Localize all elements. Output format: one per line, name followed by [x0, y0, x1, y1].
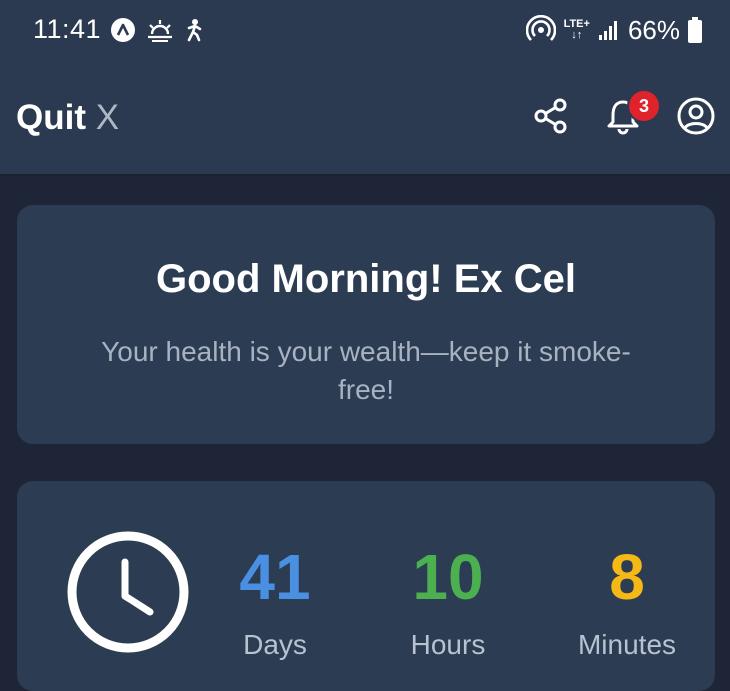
battery-icon — [688, 17, 702, 43]
greeting-subtitle: Your health is your wealth—keep it smoke… — [101, 336, 631, 405]
network-type: LTE+ ↓↑ — [564, 19, 590, 41]
status-bar: 11:41 LTE+ ↓↑ 66% — [0, 0, 730, 62]
share-icon[interactable] — [531, 96, 571, 136]
hours-stat: 10 Hours — [378, 539, 518, 661]
hotspot-icon — [525, 15, 556, 41]
app-brand: Quit X — [16, 98, 119, 138]
days-value: 41 — [239, 541, 311, 613]
sunrise-weather-icon — [148, 20, 172, 42]
running-figure-icon — [187, 19, 202, 42]
autodesk-app-icon — [111, 18, 135, 42]
clock-icon — [67, 531, 189, 653]
notification-badge: 3 — [627, 89, 661, 123]
minutes-value: 8 — [609, 541, 645, 613]
brand-secondary: X — [95, 98, 120, 137]
status-system-icons: LTE+ ↓↑ 66% — [525, 14, 702, 46]
status-notification-icons — [110, 16, 204, 44]
smoke-free-timer-card: 41 Days 10 Hours 8 Minutes — [17, 481, 715, 691]
days-stat: 41 Days — [205, 539, 345, 661]
status-time: 11:41 — [33, 14, 102, 44]
data-activity-icon: ↓↑ — [571, 29, 583, 41]
minutes-label: Minutes — [577, 629, 677, 660]
account-circle-icon[interactable] — [676, 96, 716, 136]
minutes-stat: 8 Minutes — [557, 539, 697, 661]
signal-strength-icon — [598, 21, 617, 40]
greeting-card: Good Morning! Ex Cel Your health is your… — [17, 205, 715, 444]
app-bar: Quit X 3 — [0, 62, 730, 176]
hours-label: Hours — [410, 629, 486, 660]
battery-percent: 66% — [627, 14, 680, 45]
brand-primary: Quit — [16, 98, 86, 137]
days-label: Days — [243, 629, 307, 660]
hours-value: 10 — [412, 541, 484, 613]
greeting-title: Good Morning! Ex Cel — [156, 257, 576, 301]
